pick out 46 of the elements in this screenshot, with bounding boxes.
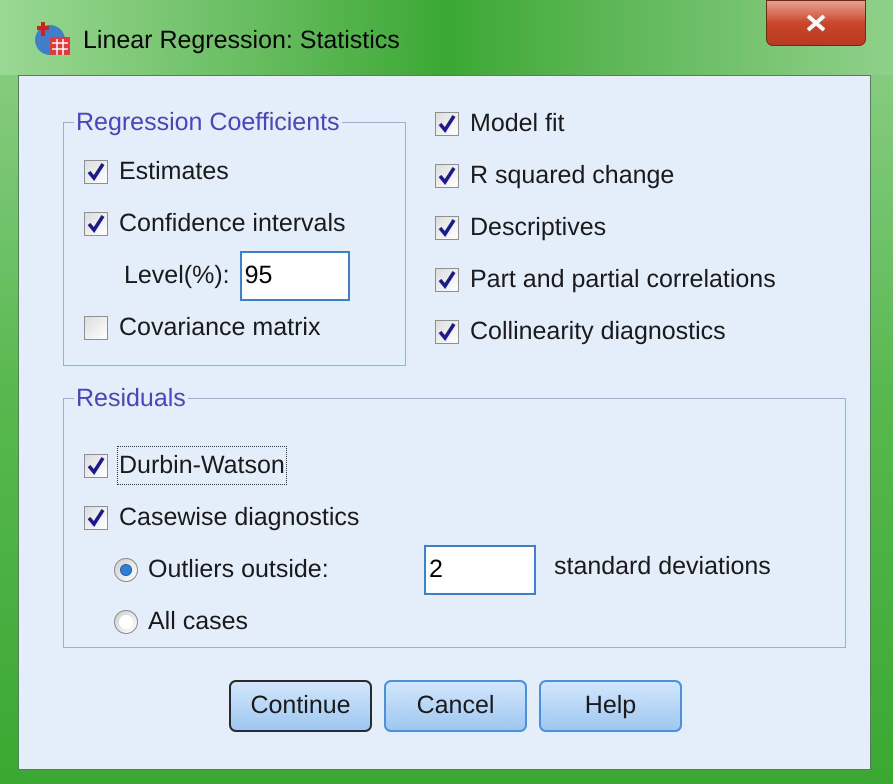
dialog-button[interactable]: Cancel xyxy=(384,680,527,732)
checkbox-label: Covariance matrix xyxy=(118,312,322,343)
checkbox-label: Part and partial correlations xyxy=(469,264,777,296)
checkbox-label: Model fit xyxy=(469,108,566,140)
checkbox[interactable] xyxy=(435,112,459,136)
checkbox-label: Collinearity diagnostics xyxy=(469,316,727,348)
check-icon xyxy=(86,508,106,528)
checkbox[interactable] xyxy=(84,506,108,530)
checkbox-label: Estimates xyxy=(118,156,230,187)
input-field[interactable]: 95 xyxy=(240,250,350,300)
input-field[interactable]: 2 xyxy=(424,544,536,594)
check-icon xyxy=(86,456,106,476)
radio-button[interactable] xyxy=(114,558,138,582)
check-icon xyxy=(437,322,457,342)
radio-label: All cases xyxy=(148,606,250,637)
group-title: Residuals xyxy=(75,383,187,414)
field-label: Level(%): xyxy=(124,260,230,291)
group-title: Regression Coefficients xyxy=(75,107,341,138)
checkbox-label: Descriptives xyxy=(469,212,608,244)
close-button[interactable] xyxy=(766,0,866,46)
window-title: Linear Regression: Statistics xyxy=(83,25,400,56)
check-icon xyxy=(437,270,457,290)
check-icon xyxy=(86,214,106,234)
checkbox-label: Casewise diagnostics xyxy=(118,502,360,533)
check-icon xyxy=(437,166,457,186)
checkbox[interactable] xyxy=(435,268,459,292)
check-icon xyxy=(437,218,457,238)
checkbox[interactable] xyxy=(84,454,108,478)
checkbox-label: Confidence intervals xyxy=(118,208,347,239)
radio-button[interactable] xyxy=(114,610,138,634)
checkbox[interactable] xyxy=(84,212,108,236)
checkbox[interactable] xyxy=(84,160,108,184)
dialog-button[interactable]: Continue xyxy=(229,680,372,732)
check-icon xyxy=(86,162,106,182)
checkbox[interactable] xyxy=(84,316,108,340)
checkbox[interactable] xyxy=(435,320,459,344)
checkbox-label: R squared change xyxy=(469,160,676,192)
check-icon xyxy=(437,114,457,134)
app-icon xyxy=(33,20,73,58)
checkbox[interactable] xyxy=(435,216,459,240)
checkbox[interactable] xyxy=(435,164,459,188)
checkbox-label: Durbin-Watson xyxy=(117,446,287,486)
radio-label: Outliers outside: xyxy=(148,554,330,585)
close-icon xyxy=(805,14,827,32)
dialog-button[interactable]: Help xyxy=(539,680,682,732)
field-suffix: standard deviations xyxy=(554,550,771,582)
